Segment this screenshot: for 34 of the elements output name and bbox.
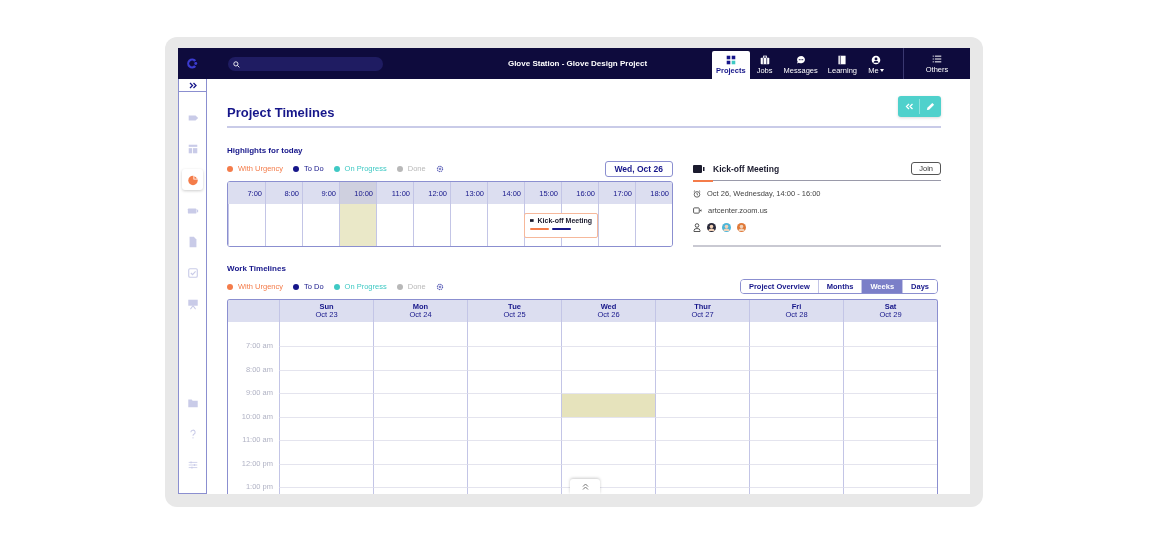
caret-icon (879, 69, 884, 72)
search-icon (233, 60, 240, 68)
window-title: Glove Station - Glove Design Project (507, 59, 648, 68)
logo-icon[interactable] (186, 57, 199, 70)
settings-icon[interactable] (435, 164, 444, 173)
pie-chart-icon (186, 173, 199, 186)
checkbox-icon (186, 266, 199, 279)
layout-icon (186, 142, 199, 155)
section-title: Work Timelines (227, 264, 287, 273)
person-icon (693, 223, 701, 232)
double-chevron-icon (188, 81, 197, 89)
presentation-icon (186, 297, 199, 310)
video-camera-icon (693, 207, 702, 214)
video-camera-icon (530, 219, 535, 222)
pencil-icon (926, 102, 935, 111)
briefcase-icon (759, 55, 770, 65)
double-chevron-icon (581, 483, 589, 490)
date-button[interactable]: Wed, Oct 26 (604, 160, 673, 177)
video-camera-icon (693, 164, 705, 173)
section-title: Highlights for today (227, 146, 304, 155)
chat-bubble-icon (795, 55, 806, 65)
book-icon (837, 55, 848, 65)
settings-icon[interactable] (435, 282, 444, 291)
meeting-title: Kick-off Meeting (713, 163, 781, 174)
grid-icon (725, 55, 736, 65)
scroll-up-button[interactable] (570, 479, 600, 494)
alarm-clock-icon (693, 189, 701, 198)
menu-icon (932, 53, 942, 64)
user-circle-icon (871, 55, 881, 65)
sidebar-item[interactable] (182, 169, 203, 190)
double-chevron-icon (904, 103, 913, 110)
expand-button[interactable] (179, 79, 206, 92)
search-field[interactable] (228, 57, 383, 71)
page-title: Project Timelines (227, 105, 335, 122)
